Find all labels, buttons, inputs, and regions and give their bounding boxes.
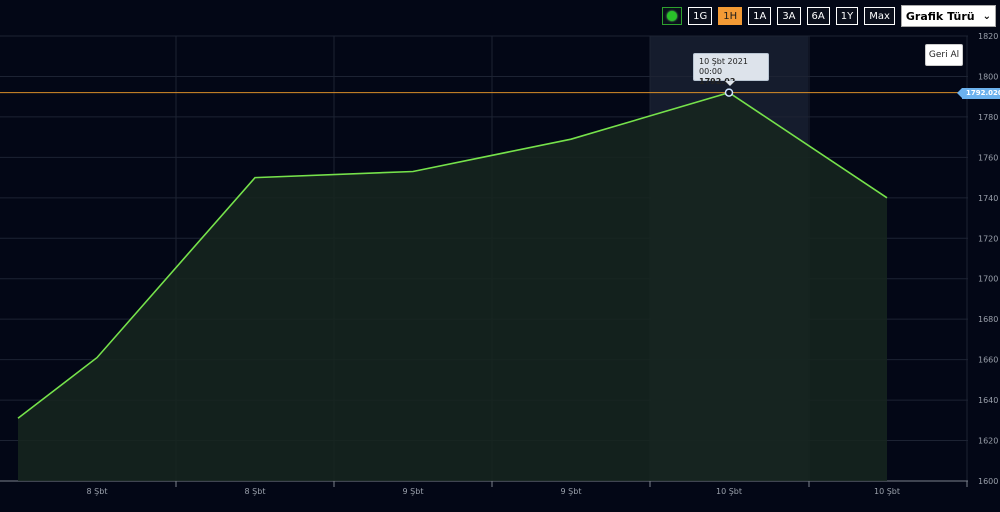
x-tick-label: 9 Şbt bbox=[561, 487, 582, 496]
series-area bbox=[18, 92, 887, 481]
y-tick-label: 1600 bbox=[978, 477, 998, 486]
y-tick-label: 1640 bbox=[978, 396, 998, 405]
tooltip-arrow bbox=[725, 81, 735, 86]
hover-point bbox=[724, 88, 734, 97]
tooltip-date: 10 Şbt 2021 00:00 bbox=[699, 57, 748, 76]
price-chart[interactable]: 1600 1620 1640 1660 1680 1700 1720 1740 1760 1780… bbox=[0, 0, 1000, 512]
x-tick-label: 8 Şbt bbox=[87, 487, 108, 496]
y-tick-label: 1740 bbox=[978, 194, 998, 203]
y-tick-label: 1680 bbox=[978, 315, 998, 324]
y-tick-label: 1700 bbox=[978, 275, 998, 284]
chart-tooltip: 10 Şbt 2021 00:00 1792.02 bbox=[693, 53, 769, 86]
x-tick-label: 8 Şbt bbox=[245, 487, 266, 496]
x-tick-label: 9 Şbt bbox=[403, 487, 424, 496]
y-tick-label: 1660 bbox=[978, 356, 998, 365]
y-tick-label: 1720 bbox=[978, 234, 998, 243]
y-tick-label: 1760 bbox=[978, 153, 998, 162]
x-tick-label: 10 Şbt bbox=[874, 487, 900, 496]
y-tick-label: 1620 bbox=[978, 437, 998, 446]
y-tick-label: 1820 bbox=[978, 32, 998, 41]
y-tick-label: 1780 bbox=[978, 113, 998, 122]
current-price-label: 1792.0200 bbox=[957, 88, 1000, 99]
reset-zoom-button[interactable]: Geri Al bbox=[925, 44, 963, 66]
x-tick-label: 10 Şbt bbox=[716, 487, 742, 496]
y-tick-label: 1800 bbox=[978, 72, 998, 81]
